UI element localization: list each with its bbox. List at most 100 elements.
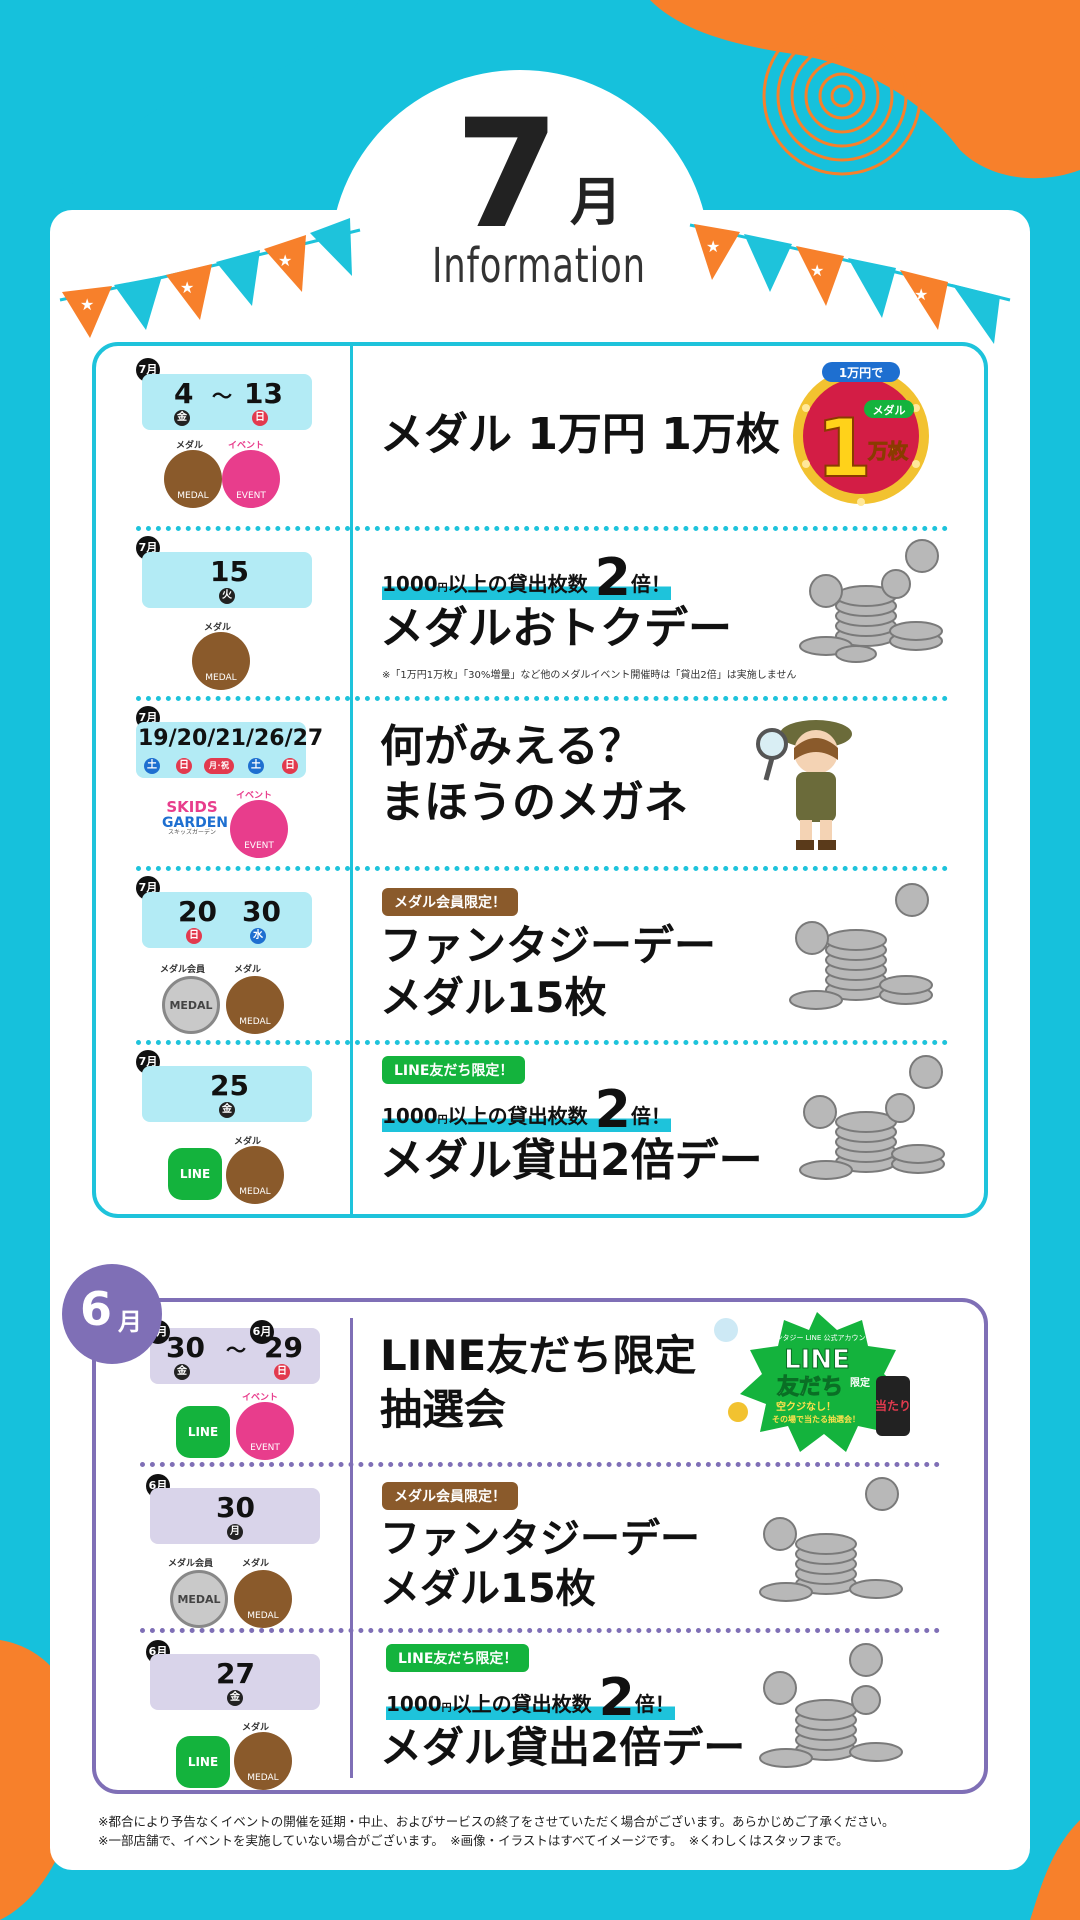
june-section: 30 金 ～ 29 日 5月 6月 LINE イベント EVENT LINE友だ…: [92, 1298, 988, 1794]
dow-multi: 日: [176, 758, 192, 774]
event-row[interactable]: 7月 4 金 ～ 13 日 メダル MEDAL イベント EVENT メダル 1…: [96, 346, 986, 516]
line-icon: LINE: [176, 1736, 230, 1788]
event-title-line1: LINE友だち限定: [380, 1331, 697, 1380]
dow-single: 金: [227, 1690, 243, 1706]
event-title-line2: まほうのメガネ: [380, 777, 688, 828]
svg-text:1万円で: 1万円で: [839, 366, 883, 380]
event-subtitle: 1000円以上の貸出枚数 2倍！: [382, 548, 671, 608]
event-title: メダル貸出2倍デー: [380, 1135, 763, 1186]
event-title-line1: ファンタジーデー: [380, 921, 717, 970]
svg-text:メダル: メダル: [873, 403, 906, 417]
event-icon-label: イベント: [228, 441, 265, 451]
svg-text:その場で当たる抽選会！: その場で当たる抽選会！: [772, 1414, 860, 1424]
event-row[interactable]: 30 金 ～ 29 日 5月 6月 LINE イベント EVENT LINE友だ…: [96, 1302, 986, 1462]
medal-member-icon: MEDAL: [170, 1570, 228, 1628]
footer-note-line: ※一部店舗で、イベントを実施していない場合がございます。 ※画像・イラストはすべ…: [98, 1833, 849, 1849]
svg-text:LINE: LINE: [784, 1345, 850, 1375]
event-title: メダル 1万円 1万枚: [380, 409, 780, 460]
date-single: 27: [216, 1657, 255, 1690]
coin-pile-image: [789, 883, 933, 1010]
medal-icon-label: メダル: [234, 965, 262, 975]
svg-text:★: ★: [706, 237, 720, 256]
event-title-line2: メダル15枚: [380, 1566, 596, 1612]
event-title-line1: ファンタジーデー: [380, 1516, 700, 1562]
svg-text:★: ★: [278, 251, 292, 270]
event-row[interactable]: 6月 30 月 メダル会員 MEDAL メダル MEDAL メダル会員限定！ フ…: [96, 1468, 986, 1628]
date-box: 25 金: [142, 1066, 312, 1122]
svg-text:1: 1: [816, 402, 872, 495]
event-icon: EVENT: [230, 800, 288, 858]
july-section: 7月 4 金 ～ 13 日 メダル MEDAL イベント EVENT メダル 1…: [92, 342, 988, 1218]
event-subtitle: 1000円以上の貸出枚数 2倍！: [386, 1668, 675, 1728]
dow-end: 水: [250, 928, 266, 944]
date-start: 4: [174, 377, 194, 410]
svg-text:★: ★: [810, 261, 824, 280]
svg-text:ファンタジー LINE 公式アカウント: ファンタジー LINE 公式アカウント: [761, 1333, 872, 1342]
dow-single: 火: [219, 588, 235, 604]
footer-note-line: ※都合により予告なくイベントの開催を延期・中止、およびサービスの終了をさせていた…: [98, 1814, 895, 1829]
event-row[interactable]: 6月 27 金 LINE メダル MEDAL LINE友だち限定！ 1000円以…: [96, 1634, 986, 1794]
row-separator: [136, 866, 948, 871]
event-row[interactable]: 7月 20 日 30 水 メダル会員 MEDAL メダル MEDAL メダル会員…: [96, 872, 986, 1036]
svg-text:空クジなし！: 空クジなし！: [776, 1400, 836, 1413]
event-row[interactable]: 7月 15 火 メダル MEDAL 1000円以上の貸出枚数 2倍！ メダルおト…: [96, 532, 986, 692]
date-start: 20: [178, 895, 217, 928]
dow-multi: 土: [248, 758, 264, 774]
medal-1man-art: 1万円で 1 メダル 万枚: [793, 362, 929, 506]
date-start: 30: [166, 1331, 205, 1364]
skids-garden-logo: SKIDS GARDEN スキッズガーデン: [162, 798, 229, 837]
dow-start: 金: [174, 410, 190, 426]
svg-text:★: ★: [180, 278, 194, 297]
event-row[interactable]: 7月 25 金 LINE メダル MEDAL LINE友だち限定！ 1000円以…: [96, 1046, 986, 1216]
medal-icon-label: メダル: [242, 1723, 270, 1733]
explorer-character-image: [756, 720, 852, 850]
event-title: メダルおトクデー: [380, 603, 732, 654]
svg-text:万枚: 万枚: [867, 439, 909, 463]
row-separator: [136, 1040, 948, 1045]
svg-text:限定: 限定: [850, 1376, 870, 1389]
row-separator: [136, 696, 948, 701]
dow-end: 日: [252, 410, 268, 426]
dow-single: 月: [227, 1524, 243, 1540]
dow-multi: 日: [282, 758, 298, 774]
line-only-tag: LINE友だち限定！: [382, 1056, 526, 1084]
date-tilde: ～: [212, 384, 232, 408]
member-only-tag: メダル会員限定！: [382, 1482, 518, 1510]
medal-icon: MEDAL: [226, 976, 284, 1034]
coin-pile-image: [799, 1055, 945, 1180]
line-icon: LINE: [168, 1148, 222, 1200]
date-multi: 19/20/21/26/27: [138, 726, 324, 751]
date-box: 30 月: [150, 1488, 320, 1544]
row-separator: [140, 1462, 940, 1467]
event-title-line1: 何がみえる？: [380, 721, 643, 772]
dow-start: 金: [174, 1364, 190, 1380]
coin-pile-image: [759, 1643, 903, 1768]
event-icon: EVENT: [236, 1402, 294, 1460]
member-icon-label: メダル会員: [160, 965, 206, 975]
medal-icon-label: メダル: [234, 1137, 262, 1147]
dow-single: 金: [219, 1102, 235, 1118]
svg-text:友だち: 友だち: [777, 1375, 843, 1400]
coin-pile-image: [799, 539, 943, 663]
row-separator: [136, 526, 948, 531]
date-box: 27 金: [150, 1654, 320, 1710]
event-title-line2: メダル15枚: [380, 973, 607, 1022]
medal-icon: MEDAL: [234, 1732, 292, 1790]
event-row[interactable]: 7月 19/20/21/26/27 土 日 月･祝 土 日 SKIDS GARD…: [96, 702, 986, 862]
event-icon: EVENT: [222, 450, 280, 508]
june-month-badge: 6月: [62, 1264, 162, 1364]
date-box: 30 金 ～ 29 日: [150, 1328, 320, 1384]
medal-icon-label: メダル: [204, 623, 232, 633]
svg-text:★: ★: [914, 285, 928, 304]
event-subtitle: 1000円以上の貸出枚数 2倍！: [382, 1080, 671, 1140]
page-subtitle: Information: [432, 238, 646, 294]
line-icon: LINE: [176, 1406, 230, 1458]
dow-multi: 土: [144, 758, 160, 774]
date-end: 30: [242, 895, 281, 928]
month-unit: 月: [570, 173, 623, 233]
coin-pile-image: [759, 1477, 903, 1602]
date-box: 4 金 ～ 13 日: [142, 374, 312, 430]
medal-icon-label: メダル: [242, 1559, 270, 1569]
line-only-tag: LINE友だち限定！: [386, 1644, 530, 1672]
svg-text:当たり: 当たり: [875, 1398, 911, 1413]
